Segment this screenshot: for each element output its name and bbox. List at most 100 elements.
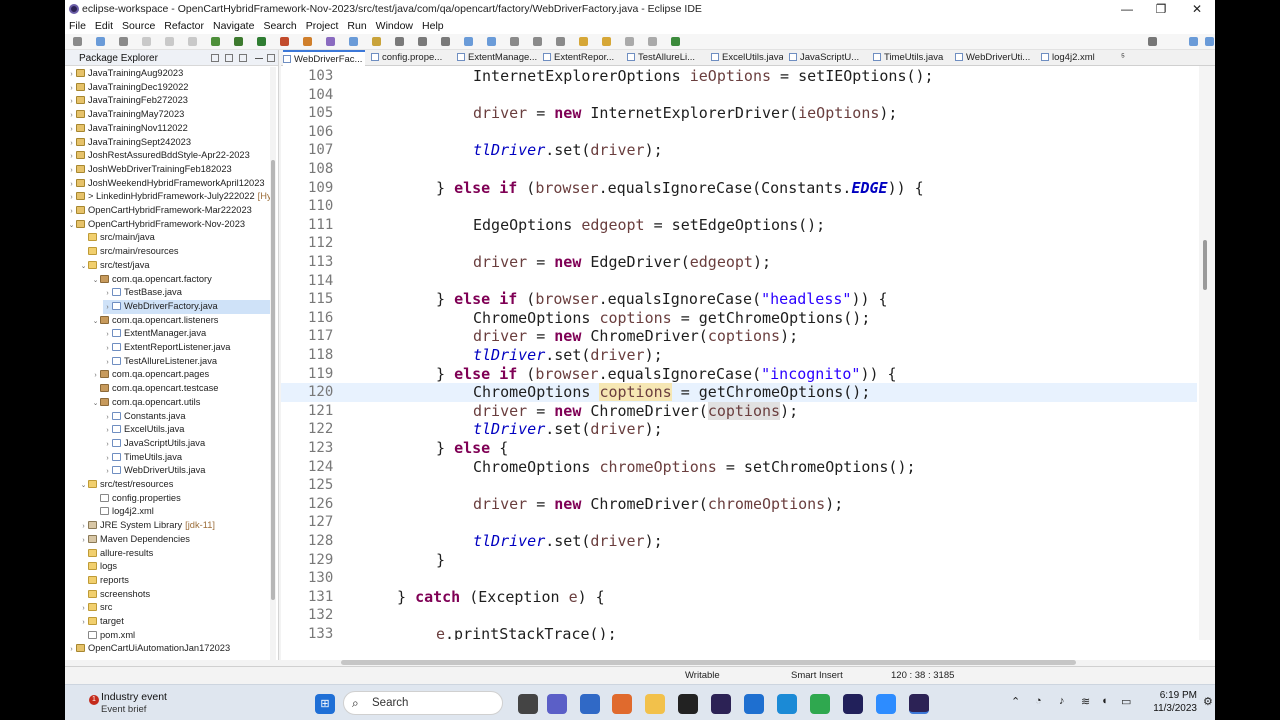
expand-toggle-icon[interactable]: ›: [79, 602, 88, 616]
editor-tab[interactable]: TimeUtils.java: [873, 50, 949, 66]
code-line[interactable]: 106: [281, 123, 1197, 142]
editor-tab[interactable]: log4j2.xml: [1041, 50, 1111, 66]
firefox-icon[interactable]: [612, 694, 632, 714]
tree-item[interactable]: › src: [79, 601, 271, 615]
battery-icon[interactable]: ▭: [1121, 695, 1131, 708]
expand-toggle-icon[interactable]: ›: [79, 534, 88, 548]
tree-item[interactable]: › JavaTrainingFeb272023: [67, 94, 271, 108]
code-line[interactable]: 125: [281, 476, 1197, 495]
clock-time[interactable]: 6:19 PM: [1147, 690, 1197, 701]
expand-toggle-icon[interactable]: ⌄: [79, 479, 88, 493]
notifications-icon[interactable]: ⚙: [1203, 695, 1213, 708]
eclipse-taskbar-icon[interactable]: [711, 694, 731, 714]
expand-toggle-icon[interactable]: ›: [103, 356, 112, 370]
network-icon[interactable]: ◔: [1035, 695, 1042, 707]
expand-toggle-icon[interactable]: ›: [103, 287, 112, 301]
tree-item[interactable]: › OpenCartUiAutomationJan172023: [67, 642, 271, 656]
code-line[interactable]: 108: [281, 160, 1197, 179]
teams-icon[interactable]: [547, 694, 567, 714]
code-line[interactable]: 107 tlDriver.set(driver);: [281, 141, 1197, 160]
editor-tab[interactable]: ExtentManage...: [457, 50, 537, 66]
tree-item[interactable]: reports: [79, 574, 271, 588]
code-line[interactable]: 103 InternetExplorerOptions ieOptions = s…: [281, 67, 1197, 86]
menu-search[interactable]: Search: [263, 20, 296, 32]
code-line[interactable]: 124 ChromeOptions chromeOptions = setChro…: [281, 458, 1197, 477]
code-line[interactable]: 129}: [281, 551, 1197, 570]
expand-toggle-icon[interactable]: ›: [67, 68, 76, 82]
tree-scrollbar-thumb[interactable]: [271, 160, 275, 600]
intellij-icon[interactable]: [843, 694, 863, 714]
tree-item[interactable]: › JavaTrainingMay72023: [67, 108, 271, 122]
tree-item[interactable]: › WebDriverFactory.java: [103, 299, 271, 314]
expand-toggle-icon[interactable]: ⌄: [91, 315, 100, 329]
code-line[interactable]: 128 tlDriver.set(driver);: [281, 532, 1197, 551]
menu-project[interactable]: Project: [306, 20, 339, 32]
tree-item[interactable]: › JavaTrainingAug92023: [67, 67, 271, 81]
expand-toggle-icon[interactable]: ›: [79, 616, 88, 630]
editor-tab[interactable]: TestAllureLi...: [627, 50, 705, 66]
code-line[interactable]: 112: [281, 234, 1197, 253]
code-line[interactable]: 113 driver = new EdgeDriver(edgeopt);: [281, 253, 1197, 272]
expand-toggle-icon[interactable]: ›: [103, 465, 112, 479]
collapse-all-icon[interactable]: [211, 54, 219, 62]
expand-toggle-icon[interactable]: ⌄: [67, 219, 76, 233]
toolbar-icon[interactable]: [188, 37, 197, 46]
editor-tab[interactable]: WebDriverUti...: [955, 50, 1035, 66]
menu-navigate[interactable]: Navigate: [213, 20, 254, 32]
expand-toggle-icon[interactable]: ›: [103, 342, 112, 356]
tree-item[interactable]: › Maven Dependencies: [79, 533, 271, 547]
editor-tab[interactable]: ⁵: [1121, 50, 1135, 66]
tree-item[interactable]: › ExcelUtils.java: [103, 423, 271, 437]
code-line[interactable]: 118 tlDriver.set(driver);: [281, 346, 1197, 365]
tree-item[interactable]: › JavaTrainingNov112022: [67, 122, 271, 136]
tree-item[interactable]: ⌄ OpenCartHybridFramework-Nov-2023: [67, 218, 271, 232]
tree-item[interactable]: ⌄ src/test/resources: [79, 478, 271, 492]
tree-item[interactable]: src/main/java: [79, 231, 271, 245]
tree-item[interactable]: › JavaTrainingSept242023: [67, 136, 271, 150]
taskbar-search[interactable]: ⌕ Search: [343, 691, 503, 715]
news-widget[interactable]: 1 Industry event Event brief: [73, 691, 223, 717]
editor-tab[interactable]: ExtentRepor...: [543, 50, 621, 66]
minimize-button[interactable]: —: [1109, 0, 1145, 18]
toolbar-icon[interactable]: [372, 37, 381, 46]
editor-tab[interactable]: config.prope...: [371, 50, 451, 66]
expand-toggle-icon[interactable]: ›: [103, 424, 112, 438]
tree-item[interactable]: ⌄ com.qa.opencart.utils: [91, 396, 271, 410]
editor-vertical-scrollbar[interactable]: [1199, 66, 1215, 640]
expand-toggle-icon[interactable]: ›: [103, 438, 112, 452]
menu-edit[interactable]: Edit: [95, 20, 113, 32]
code-line[interactable]: 115} else if (browser.equalsIgnoreCase("…: [281, 290, 1197, 309]
code-line[interactable]: 122 tlDriver.set(driver);: [281, 420, 1197, 439]
toolbar-icon[interactable]: [625, 37, 634, 46]
code-line[interactable]: 104: [281, 86, 1197, 105]
code-line[interactable]: 120 ChromeOptions coptions = getChromeOpt…: [281, 383, 1197, 402]
editor-tab[interactable]: WebDriverFac... ✕: [283, 50, 365, 66]
maximize-view-icon[interactable]: [267, 54, 275, 62]
tree-item[interactable]: config.properties: [91, 492, 271, 506]
toolbar-icon[interactable]: [119, 37, 128, 46]
debug-perspective-icon[interactable]: [1205, 37, 1214, 46]
dell-icon[interactable]: [678, 694, 698, 714]
tree-item[interactable]: › JoshRestAssuredBddStyle-Apr22-2023: [67, 149, 271, 163]
tree-item[interactable]: › JoshWeekendHybridFrameworkApril12023: [67, 177, 271, 191]
search-icon[interactable]: [1148, 37, 1157, 46]
expand-toggle-icon[interactable]: ⌄: [91, 397, 100, 411]
tree-item[interactable]: › > LinkedinHybridFramework-July222022 [Hy: [67, 190, 271, 204]
code-line[interactable]: 123} else {: [281, 439, 1197, 458]
code-line[interactable]: 121 driver = new ChromeDriver(coptions);: [281, 401, 1197, 421]
expand-toggle-icon[interactable]: ›: [103, 328, 112, 342]
toolbar-icon[interactable]: [648, 37, 657, 46]
tree-item[interactable]: › com.qa.opencart.pages: [91, 368, 271, 382]
view-menu-icon[interactable]: [239, 54, 247, 62]
show-hidden-icons[interactable]: ⌃: [1011, 695, 1020, 708]
maximize-button[interactable]: ❐: [1143, 0, 1179, 18]
file-explorer-icon[interactable]: [645, 694, 665, 714]
code-line[interactable]: 110: [281, 197, 1197, 216]
toolbar-icon[interactable]: [671, 37, 680, 46]
expand-toggle-icon[interactable]: ›: [67, 178, 76, 192]
code-line[interactable]: 114: [281, 272, 1197, 291]
menu-run[interactable]: Run: [347, 20, 366, 32]
tree-item[interactable]: log4j2.xml: [91, 505, 271, 519]
tree-item[interactable]: › TestAllureListener.java: [103, 355, 271, 369]
mic-icon[interactable]: ♪: [1059, 695, 1065, 707]
